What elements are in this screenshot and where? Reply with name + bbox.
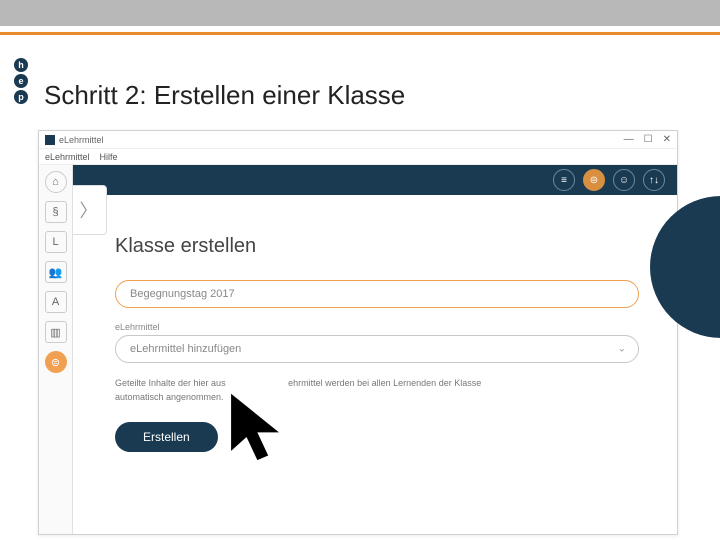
- window-close[interactable]: ✕: [663, 134, 671, 145]
- expand-panel-button[interactable]: 〉: [73, 185, 107, 235]
- chevron-right-icon: 〉: [80, 197, 98, 223]
- create-button[interactable]: Erstellen: [115, 422, 218, 452]
- select-placeholder: eLehrmittel hinzufügen: [130, 343, 241, 355]
- logo-e: e: [14, 74, 28, 88]
- menu-help[interactable]: Hilfe: [100, 152, 118, 162]
- logo-h: h: [14, 58, 28, 72]
- note-text: Geteilte Inhalte der hier aus ehrmittel …: [115, 377, 615, 404]
- slide-divider: [0, 32, 720, 35]
- sync-icon[interactable]: ↑↓: [643, 169, 665, 191]
- users-icon[interactable]: ☺: [613, 169, 635, 191]
- window-maximize[interactable]: ☐: [644, 134, 653, 145]
- app-title: eLehrmittel: [59, 135, 104, 145]
- home-icon[interactable]: ⌂: [45, 171, 67, 193]
- window-titlebar: eLehrmittel — ☐ ✕: [39, 131, 677, 149]
- chevron-down-icon: ⌄: [618, 344, 626, 355]
- label-a-icon[interactable]: A: [45, 291, 67, 313]
- cursor-arrow-icon: [222, 386, 302, 476]
- panel-title: Klasse erstellen: [115, 235, 639, 258]
- class-name-input[interactable]: [115, 280, 639, 308]
- slide-top-bar: [0, 0, 720, 26]
- media-icon[interactable]: ▥: [45, 321, 67, 343]
- app-window: eLehrmittel — ☐ ✕ eLehrmittel Hilfe ⌂ § …: [38, 130, 678, 535]
- window-menubar: eLehrmittel Hilfe: [39, 149, 677, 165]
- logo-p: p: [14, 90, 28, 104]
- app-icon: [45, 135, 55, 145]
- slide-title: Schritt 2: Erstellen einer Klasse: [44, 80, 405, 111]
- window-minimize[interactable]: —: [624, 134, 634, 145]
- group-icon[interactable]: ⊜: [45, 351, 67, 373]
- content-area: ≡ ⊜ ☺ ↑↓ 〉 Klasse erstellen eLehrmittel: [73, 165, 677, 534]
- menu-icon[interactable]: ≡: [553, 169, 575, 191]
- letter-l-icon[interactable]: L: [45, 231, 67, 253]
- people-icon[interactable]: 👥: [45, 261, 67, 283]
- menu-elehrmittel[interactable]: eLehrmittel: [45, 152, 90, 162]
- create-class-panel: Klasse erstellen eLehrmittel eLehrmittel…: [73, 195, 677, 472]
- brand-logo: h e p: [14, 58, 28, 104]
- content-header: ≡ ⊜ ☺ ↑↓: [73, 165, 677, 195]
- elehrmittel-select[interactable]: eLehrmittel hinzufügen ⌄: [115, 335, 639, 363]
- sidebar: ⌂ § L 👥 A ▥ ⊜: [39, 165, 73, 534]
- elehrmittel-label: eLehrmittel: [115, 322, 639, 332]
- class-icon[interactable]: ⊜: [583, 169, 605, 191]
- paragraph-icon[interactable]: §: [45, 201, 67, 223]
